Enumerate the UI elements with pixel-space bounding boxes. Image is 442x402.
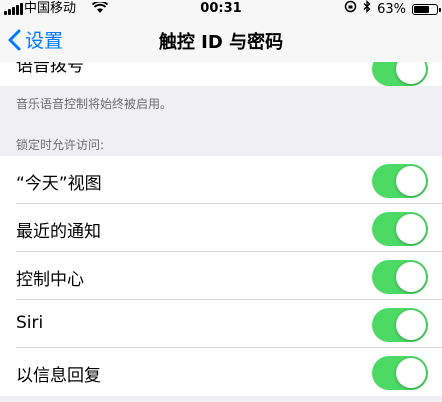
- row-label: 以信息回复: [16, 366, 101, 386]
- bluetooth-icon: [363, 0, 371, 18]
- battery-icon: [412, 3, 441, 15]
- navigation-bar: 设置 触控 ID 与密码: [0, 18, 442, 62]
- voice-control-note: 音乐语音控制将始终被启用。: [16, 97, 173, 111]
- toggle-knob: [396, 310, 426, 340]
- list-item: Siri: [0, 300, 442, 348]
- list-item: 控制中心: [0, 252, 442, 300]
- reply-with-message-toggle[interactable]: [372, 356, 428, 390]
- row-label: “今天”视图: [16, 174, 102, 194]
- today-view-toggle[interactable]: [372, 164, 428, 198]
- toggle-knob: [396, 62, 426, 84]
- row-label: 最近的通知: [16, 222, 101, 242]
- control-center-toggle[interactable]: [372, 260, 428, 294]
- voice-dial-row: 语音拨号: [0, 62, 442, 86]
- section-header: 锁定时允许访问:: [16, 138, 105, 152]
- orientation-lock-icon: [344, 0, 357, 18]
- list-item: “今天”视图: [0, 156, 442, 204]
- toggle-knob: [396, 214, 426, 244]
- status-bar: 中国移动 00:31 63%: [0, 0, 442, 18]
- battery-percent: 63%: [377, 1, 406, 17]
- toggle-knob: [396, 262, 426, 292]
- list-item: 最近的通知: [0, 204, 442, 252]
- voice-dial-toggle[interactable]: [372, 62, 428, 86]
- toggle-knob: [396, 358, 426, 388]
- toggle-knob: [396, 166, 426, 196]
- row-label: 控制中心: [16, 270, 84, 290]
- row-label: 语音拨号: [16, 62, 84, 76]
- list-item: 以信息回复: [0, 348, 442, 396]
- page-title: 触控 ID 与密码: [158, 32, 284, 53]
- siri-toggle[interactable]: [372, 308, 428, 342]
- row-label: Siri: [16, 313, 44, 333]
- recent-notifications-toggle[interactable]: [372, 212, 428, 246]
